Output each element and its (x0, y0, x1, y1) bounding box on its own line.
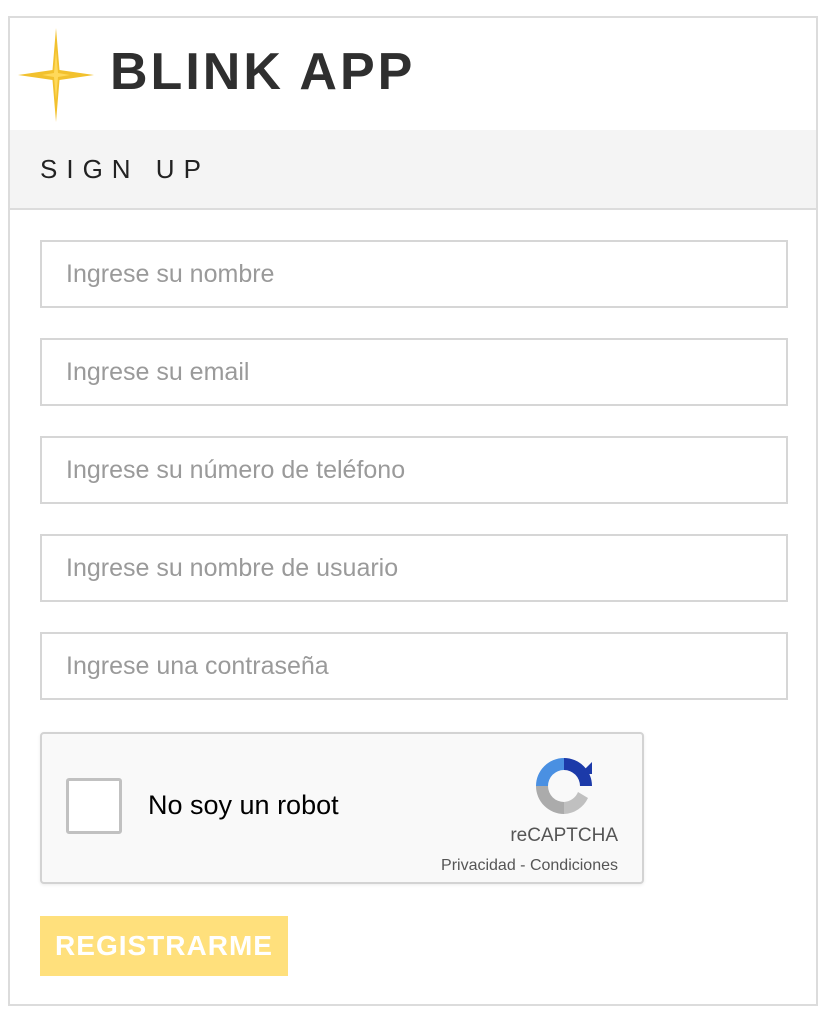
recaptcha-label: No soy un robot (148, 790, 339, 820)
links-separator: - (515, 857, 530, 874)
star-sparkle-icon (18, 28, 94, 122)
phone-input[interactable] (40, 436, 788, 504)
username-input[interactable] (40, 534, 788, 602)
section-header: SIGN UP (10, 130, 816, 210)
recaptcha-widget: No soy un robot reCAPTCHA Privacidad - C… (40, 732, 644, 884)
register-button[interactable]: REGISTRARME (40, 916, 288, 976)
app-title: BLINK APP (110, 43, 416, 101)
brand-header: BLINK APP (10, 18, 816, 130)
signup-card: BLINK APP SIGN UP No soy un robot reCAPT… (8, 16, 818, 1006)
password-input[interactable] (40, 632, 788, 700)
privacy-link[interactable]: Privacidad (441, 857, 516, 874)
recaptcha-checkbox[interactable] (66, 778, 122, 834)
recaptcha-links: Privacidad - Condiciones (441, 858, 618, 874)
section-title: SIGN UP (40, 154, 210, 184)
email-input[interactable] (40, 338, 788, 406)
name-input[interactable] (40, 240, 788, 308)
recaptcha-brand: reCAPTCHA (510, 825, 618, 846)
terms-link[interactable]: Condiciones (530, 857, 618, 874)
recaptcha-logo-icon (536, 758, 592, 814)
